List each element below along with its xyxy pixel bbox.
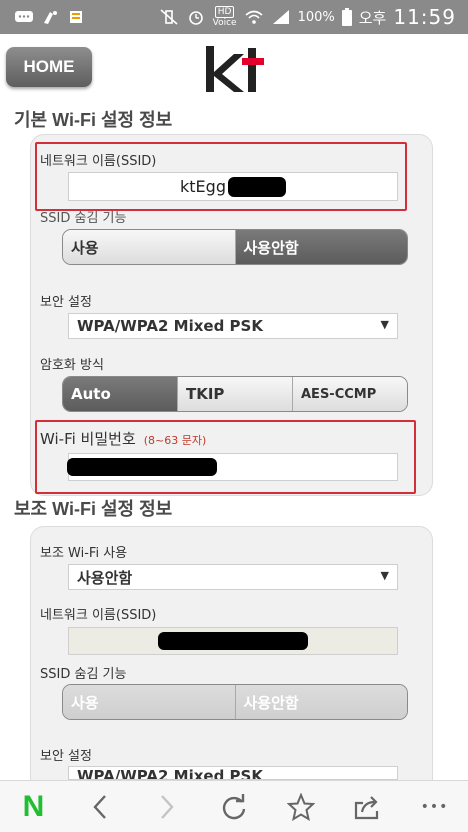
voice-label: Voice	[212, 18, 237, 28]
ssid-hide-toggle: 사용 사용안함	[62, 229, 408, 265]
browser-bottom-bar: N •••	[0, 780, 468, 832]
clean-icon	[44, 11, 57, 24]
ssid-hide-label: SSID 숨김 기능	[40, 211, 127, 226]
forward-button[interactable]	[151, 791, 183, 823]
dropdown-arrow-icon: ▼	[380, 569, 389, 582]
aux-section-title: 보조 Wi-Fi 설정 정보	[14, 499, 173, 519]
encryption-aes-option[interactable]: AES-CCMP	[293, 377, 407, 411]
refresh-button[interactable]	[218, 791, 250, 823]
ssid-hide-on-option[interactable]: 사용	[63, 230, 236, 264]
app-icon	[70, 11, 82, 23]
more-button[interactable]: •••	[418, 791, 450, 823]
security-label: 보안 설정	[40, 295, 92, 310]
aux-ssid-hide-on-option: 사용	[63, 685, 236, 719]
ssid-highlight-box	[35, 142, 407, 211]
aux-ssid-hide-toggle: 사용 사용안함	[62, 684, 408, 720]
naver-home-button[interactable]: N	[17, 790, 49, 823]
hd-voice-icon: HD Voice	[213, 6, 237, 28]
signal-icon	[272, 10, 289, 24]
dropdown-arrow-icon: ▼	[380, 318, 389, 331]
clock: 11:59	[393, 5, 456, 29]
aux-security-label: 보안 설정	[40, 749, 92, 764]
encryption-toggle: Auto TKIP AES-CCMP	[62, 376, 408, 412]
aux-security-select: WPA/WPA2 Mixed PSK	[68, 766, 398, 780]
encryption-auto-option[interactable]: Auto	[63, 377, 178, 411]
wifi-icon	[245, 10, 263, 24]
ssid-hide-off-option[interactable]: 사용안함	[235, 230, 407, 264]
encryption-label: 암호화 방식	[40, 358, 104, 373]
aux-use-label: 보조 Wi-Fi 사용	[40, 546, 128, 561]
vibrate-mute-icon	[160, 9, 178, 25]
battery-percent: 100%	[297, 9, 335, 25]
home-button[interactable]: HOME	[6, 47, 92, 87]
security-value: WPA/WPA2 Mixed PSK	[77, 317, 263, 335]
security-select[interactable]: WPA/WPA2 Mixed PSK ▼	[68, 313, 398, 339]
redaction-mark	[158, 632, 308, 650]
message-icon	[15, 11, 33, 22]
basic-section-title: 기본 Wi-Fi 설정 정보	[14, 110, 173, 130]
aux-security-value: WPA/WPA2 Mixed PSK	[77, 767, 263, 780]
star-icon	[286, 792, 315, 821]
refresh-icon	[222, 793, 246, 819]
kt-logo	[206, 46, 264, 92]
ampm-label: 오후	[358, 8, 387, 27]
aux-network-name-label: 네트워크 이름(SSID)	[40, 608, 157, 623]
battery-icon	[341, 8, 352, 26]
chevron-left-icon	[93, 794, 107, 819]
aux-ssid-input	[68, 627, 398, 655]
encryption-tkip-option[interactable]: TKIP	[178, 377, 293, 411]
chevron-right-icon	[161, 794, 174, 819]
aux-use-value: 사용안함	[77, 568, 133, 587]
alarm-icon	[188, 11, 203, 25]
bookmark-button[interactable]	[285, 791, 317, 823]
share-icon	[354, 795, 378, 819]
status-bar: HD Voice 100% 오후 11:59	[0, 0, 468, 34]
share-button[interactable]	[352, 791, 384, 823]
aux-ssid-hide-label: SSID 숨김 기능	[40, 667, 127, 682]
back-button[interactable]	[84, 791, 116, 823]
password-highlight-box	[35, 420, 416, 494]
aux-use-select[interactable]: 사용안함 ▼	[68, 564, 398, 590]
aux-ssid-hide-off-option: 사용안함	[235, 685, 407, 719]
hd-label: HD	[214, 6, 235, 18]
